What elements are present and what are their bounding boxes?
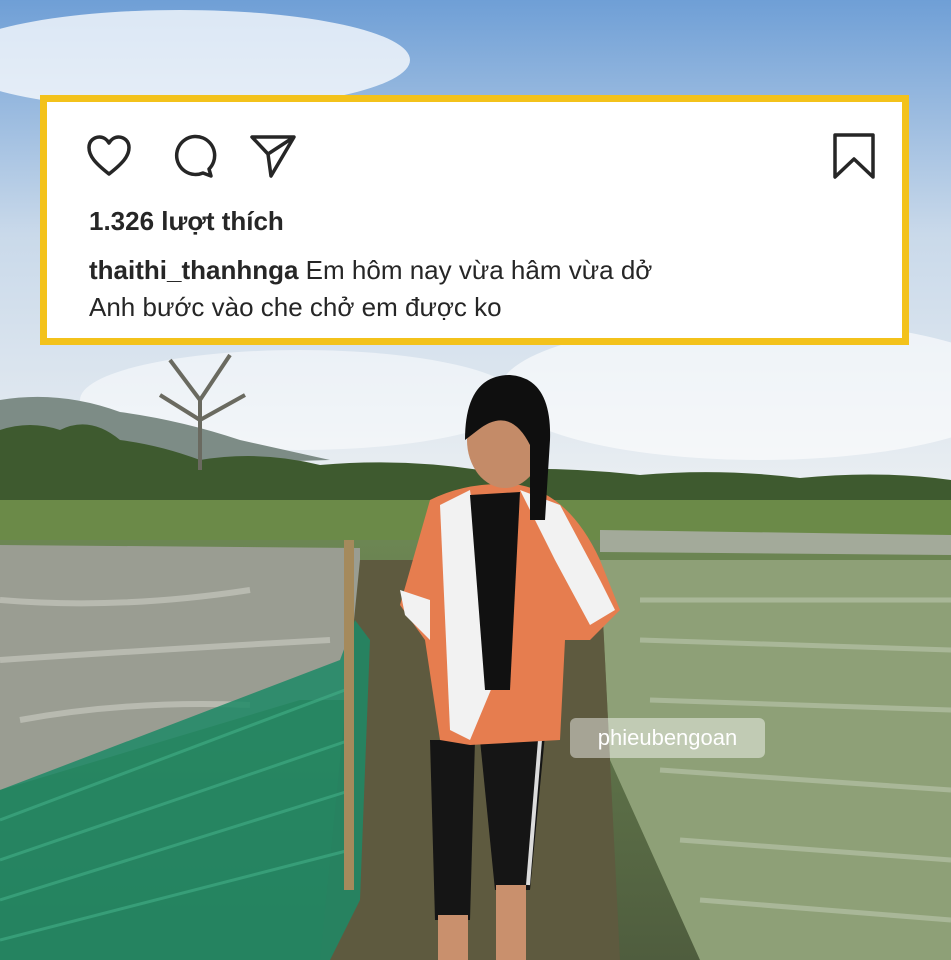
share-icon[interactable]: [249, 132, 297, 180]
heart-icon[interactable]: [85, 132, 133, 180]
caption-line-2: Anh bước vào che chở em được ko: [89, 292, 502, 322]
comment-icon[interactable]: [169, 133, 217, 181]
caption-line-1: Em hôm nay vừa hâm vừa dở: [305, 255, 653, 285]
watermark-label: phieubengoan: [570, 718, 765, 758]
bookmark-icon[interactable]: [830, 132, 878, 180]
like-count[interactable]: 1.326 lượt thích: [89, 206, 284, 237]
username-link[interactable]: thaithi_thanhnga: [89, 255, 298, 285]
post-caption: thaithi_thanhnga Em hôm nay vừa hâm vừa …: [89, 252, 889, 326]
instagram-post-panel: 1.326 lượt thích thaithi_thanhnga Em hôm…: [40, 95, 909, 345]
